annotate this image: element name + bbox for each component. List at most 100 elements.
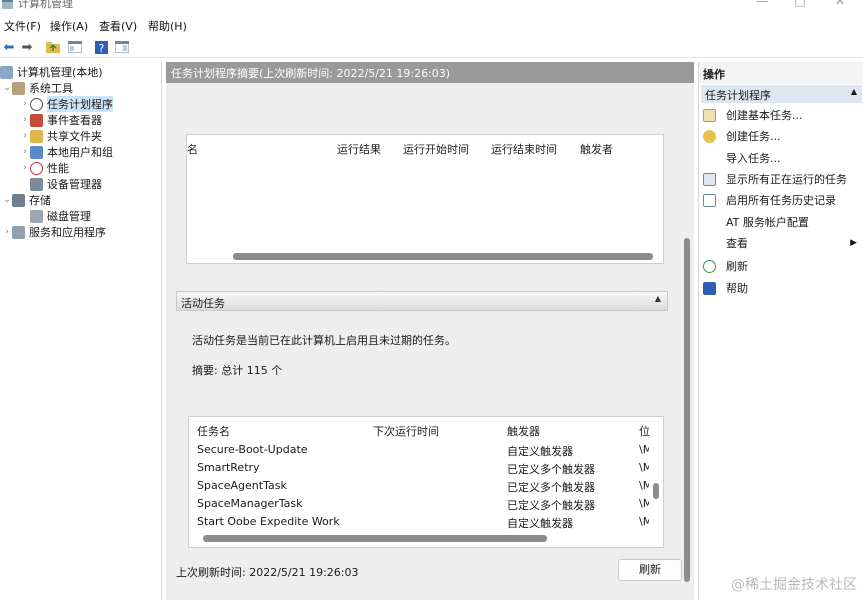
computer-management-icon	[2, 0, 13, 9]
column-header[interactable]: 位	[639, 423, 650, 439]
tree-item-local-users[interactable]: › 本地用户和组	[20, 144, 113, 160]
running-tasks-icon	[703, 172, 716, 186]
chevron-down-icon[interactable]: ⌄	[2, 195, 12, 205]
table-row[interactable]: SpaceManagerTask 已定义多个触发器 \M	[189, 495, 663, 513]
column-header[interactable]: 任务名	[197, 423, 230, 439]
tree-item-task-scheduler[interactable]: › 任务计划程序	[20, 96, 113, 112]
services-icon	[12, 225, 25, 239]
tree-label: 磁盘管理	[47, 210, 91, 223]
basic-task-icon	[703, 108, 716, 122]
tools-icon	[12, 81, 25, 95]
task-name: SpaceManagerTask	[197, 497, 303, 510]
actions-pane: 操作 任务计划程序 ▲ 创建基本任务... 创建任务... 导入任务... 显示…	[698, 62, 863, 600]
disk-icon	[30, 209, 43, 223]
tree-item-performance[interactable]: › 性能	[20, 160, 69, 176]
tree-label: 计算机管理(本地)	[17, 66, 103, 79]
action-label: 显示所有正在运行的任务	[726, 173, 847, 186]
chevron-right-icon[interactable]: ›	[20, 99, 30, 109]
collapse-icon[interactable]: ▲	[851, 87, 857, 96]
submenu-arrow-icon: ▶	[850, 238, 857, 248]
column-header[interactable]: 触发者	[580, 141, 613, 157]
action-enable-history[interactable]: 启用所有任务历史记录	[703, 191, 859, 209]
horizontal-scrollbar[interactable]	[203, 535, 547, 542]
chevron-right-icon[interactable]: ›	[2, 227, 12, 237]
task-status-table: 名 运行结果 运行开始时间 运行结束时间 触发者	[186, 134, 664, 264]
action-import-task[interactable]: 导入任务...	[703, 149, 859, 167]
menu-action[interactable]: 操作(A)	[50, 18, 88, 34]
active-tasks-section-header[interactable]: 活动任务 ▲	[176, 291, 668, 311]
action-create-basic-task[interactable]: 创建基本任务...	[703, 106, 859, 124]
blank-icon	[703, 152, 716, 165]
task-trigger: 自定义触发器	[507, 445, 573, 458]
tree-item-shared-folders[interactable]: › 共享文件夹	[20, 128, 102, 144]
menu-bar: 文件(F) 操作(A) 查看(V) 帮助(H)	[0, 14, 863, 36]
chevron-right-icon[interactable]: ›	[20, 131, 30, 141]
help-icon[interactable]: ?	[92, 38, 110, 56]
chevron-right-icon[interactable]: ›	[20, 163, 30, 173]
maximize-button[interactable]: □	[790, 0, 810, 8]
tree-item-device-manager[interactable]: 设备管理器	[30, 176, 102, 192]
last-refresh-time: 上次刷新时间: 2022/5/21 19:26:03	[176, 566, 359, 579]
tree-item-storage[interactable]: ⌄ 存储	[2, 192, 51, 208]
column-header[interactable]: 运行结束时间	[491, 141, 557, 157]
back-icon[interactable]: ⬅	[0, 38, 18, 56]
tree-label: 任务计划程序	[47, 96, 113, 112]
menu-file[interactable]: 文件(F)	[4, 18, 41, 34]
blank-icon	[703, 216, 716, 229]
table-row[interactable]: Start Oobe Expedite Work 自定义触发器 \M	[189, 513, 663, 531]
action-create-task[interactable]: 创建任务...	[703, 127, 859, 145]
task-icon	[703, 129, 716, 143]
refresh-button[interactable]: 刷新	[618, 559, 682, 581]
tree-label: 性能	[47, 162, 69, 175]
horizontal-scrollbar[interactable]	[233, 253, 653, 260]
task-trigger: 已定义多个触发器	[507, 499, 595, 512]
folder-up-icon[interactable]	[44, 38, 62, 56]
tree-item-services-apps[interactable]: › 服务和应用程序	[2, 224, 106, 240]
actions-section-task-scheduler[interactable]: 任务计划程序 ▲	[701, 85, 862, 103]
action-refresh[interactable]: 刷新	[703, 257, 859, 275]
tree-item-disk-management[interactable]: 磁盘管理	[30, 208, 91, 224]
table-row[interactable]: SmartRetry 已定义多个触发器 \M	[189, 459, 663, 477]
column-header[interactable]: 运行开始时间	[403, 141, 469, 157]
action-label: 启用所有任务历史记录	[726, 194, 836, 207]
tree-label: 共享文件夹	[47, 130, 102, 143]
tree-label: 服务和应用程序	[29, 226, 106, 239]
task-trigger: 自定义触发器	[507, 517, 573, 530]
column-header[interactable]: 运行结果	[337, 141, 381, 157]
event-viewer-icon	[30, 113, 43, 127]
minimize-button[interactable]: —	[752, 0, 772, 8]
toolbar: ⬅ ➡ ?	[0, 36, 863, 58]
forward-icon[interactable]: ➡	[18, 38, 36, 56]
tree-label: 事件查看器	[47, 114, 102, 127]
tree-item-root[interactable]: 计算机管理(本地)	[0, 64, 103, 80]
column-header[interactable]: 触发器	[507, 423, 540, 439]
collapse-icon[interactable]: ▲	[655, 294, 661, 303]
table-row[interactable]: SpaceAgentTask 已定义多个触发器 \M	[189, 477, 663, 495]
action-show-running-tasks[interactable]: 显示所有正在运行的任务	[703, 170, 859, 188]
task-location: \M	[639, 461, 649, 474]
panel-icon[interactable]	[113, 38, 131, 56]
chevron-right-icon[interactable]: ›	[20, 147, 30, 157]
menu-help[interactable]: 帮助(H)	[148, 18, 187, 34]
action-view[interactable]: 查看 ▶	[703, 234, 859, 252]
task-name: Start Oobe Expedite Work	[197, 515, 340, 528]
close-button[interactable]: ✕	[830, 0, 850, 8]
active-tasks-table: 任务名 下次运行时间 触发器 位 Secure-Boot-Update 自定义触…	[188, 416, 664, 548]
action-help[interactable]: 帮助	[703, 279, 859, 297]
console-icon[interactable]	[66, 38, 84, 56]
column-header[interactable]: 下次运行时间	[373, 423, 439, 439]
vertical-scrollbar[interactable]	[684, 238, 690, 582]
chevron-down-icon[interactable]: ⌄	[2, 83, 12, 93]
menu-view[interactable]: 查看(V)	[99, 18, 137, 34]
table-row[interactable]: Secure-Boot-Update 自定义触发器 \M	[189, 441, 663, 459]
action-at-service-config[interactable]: AT 服务帐户配置	[703, 213, 859, 231]
column-header[interactable]: 名	[187, 141, 198, 157]
svg-text:?: ?	[98, 42, 104, 54]
chevron-right-icon[interactable]: ›	[20, 115, 30, 125]
action-label: 导入任务...	[726, 152, 781, 165]
window-title: 计算机管理	[18, 0, 73, 10]
tree-item-event-viewer[interactable]: › 事件查看器	[20, 112, 102, 128]
vertical-scrollbar[interactable]	[653, 483, 659, 499]
tree-item-system-tools[interactable]: ⌄ 系统工具	[2, 80, 73, 96]
computer-icon	[0, 65, 13, 79]
